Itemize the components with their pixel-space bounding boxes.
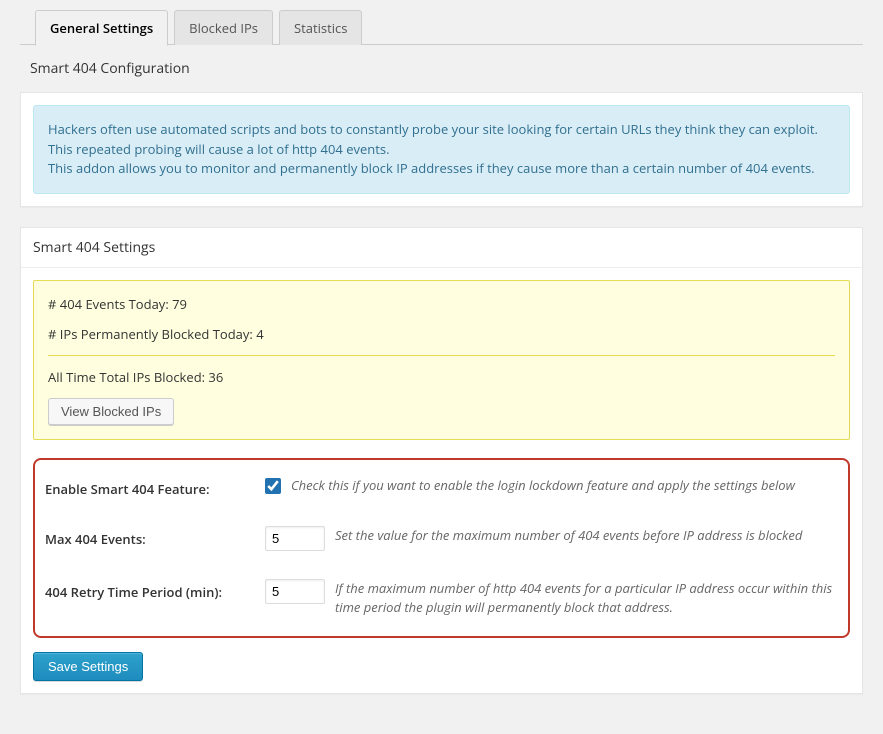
info-panel: Hackers often use automated scripts and …: [20, 92, 863, 207]
tab-general-settings[interactable]: General Settings: [35, 10, 168, 46]
save-settings-button[interactable]: Save Settings: [33, 652, 143, 681]
max-events-input[interactable]: [265, 526, 325, 551]
settings-title: Smart 404 Settings: [21, 228, 862, 268]
stat-ips-blocked-today: # IPs Permanently Blocked Today: 4: [48, 325, 835, 343]
retry-period-input[interactable]: [265, 579, 325, 604]
max-events-label: Max 404 Events:: [45, 526, 265, 548]
stats-box: # 404 Events Today: 79 # IPs Permanently…: [33, 280, 850, 440]
max-events-desc: Set the value for the maximum number of …: [335, 526, 838, 546]
info-line-3: This addon allows you to monitor and per…: [48, 159, 835, 179]
info-box: Hackers often use automated scripts and …: [33, 105, 850, 194]
stats-divider: [48, 355, 835, 356]
info-line-1: Hackers often use automated scripts and …: [48, 120, 835, 140]
enable-feature-desc: Check this if you want to enable the log…: [291, 476, 838, 496]
retry-period-desc: If the maximum number of http 404 events…: [335, 579, 838, 618]
stat-events-today: # 404 Events Today: 79: [48, 295, 835, 313]
enable-feature-label: Enable Smart 404 Feature:: [45, 476, 265, 498]
tab-blocked-ips[interactable]: Blocked IPs: [174, 10, 273, 45]
tabs-nav: General Settings Blocked IPs Statistics: [35, 10, 863, 45]
view-blocked-ips-button[interactable]: View Blocked IPs: [48, 398, 174, 425]
settings-form: Enable Smart 404 Feature: Check this if …: [33, 458, 850, 638]
retry-period-label: 404 Retry Time Period (min):: [45, 579, 265, 601]
page-title: Smart 404 Configuration: [20, 44, 863, 92]
tab-statistics[interactable]: Statistics: [279, 10, 362, 45]
settings-panel: Smart 404 Settings # 404 Events Today: 7…: [20, 227, 863, 694]
enable-feature-checkbox[interactable]: [265, 478, 281, 494]
info-line-2: This repeated probing will cause a lot o…: [48, 140, 835, 160]
stat-all-time-blocked: All Time Total IPs Blocked: 36: [48, 368, 835, 386]
